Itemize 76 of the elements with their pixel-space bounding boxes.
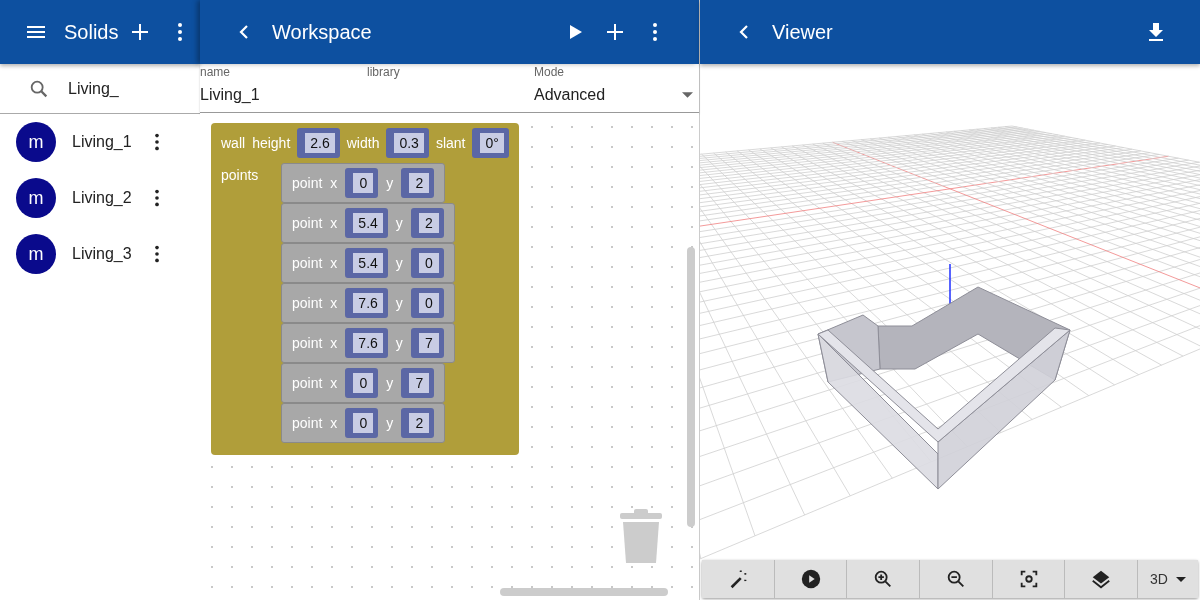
number-input[interactable]: 0 xyxy=(410,288,444,318)
caret-icon xyxy=(1176,576,1186,582)
list-item[interactable]: Living_2 xyxy=(72,189,146,207)
number-input[interactable]: 2 xyxy=(410,208,444,238)
param-label: height xyxy=(252,135,291,151)
number-input[interactable]: 0° xyxy=(472,128,509,158)
center-focus-button[interactable] xyxy=(992,560,1066,598)
block-label: point xyxy=(292,375,323,391)
wall-block[interactable]: wall height 2.6 width 0.3 slant 0° points point x 0 y 2 point x 5.4 y 2 point x 5.4 y 0 point x 7.6 y 0 point x 7.6 y 7 point x 0 y 7 point x 0 y 2 xyxy=(211,123,519,455)
list-item[interactable]: Living_3 xyxy=(72,245,146,263)
number-input[interactable]: 7 xyxy=(410,328,444,358)
param-label: slant xyxy=(435,135,466,151)
viewer-title: Viewer xyxy=(772,20,834,44)
point-block[interactable]: point x 5.4 y 0 xyxy=(281,243,455,283)
field-label: library xyxy=(367,65,400,79)
number-input[interactable]: 7.6 xyxy=(345,288,388,318)
param-label: x xyxy=(330,375,338,391)
param-label: y xyxy=(395,335,403,351)
layers-icon xyxy=(1090,568,1113,590)
param-label: y xyxy=(386,175,394,191)
point-block[interactable]: point x 5.4 y 2 xyxy=(281,203,455,243)
number-input[interactable]: 5.4 xyxy=(345,248,388,278)
param-label: y xyxy=(395,255,403,271)
avatar: m xyxy=(16,178,56,218)
block-label: wall xyxy=(221,135,246,151)
param-label: x xyxy=(330,415,338,431)
play-icon xyxy=(799,568,822,590)
mode-select[interactable]: Advanced xyxy=(534,85,699,105)
avatar: m xyxy=(16,122,56,162)
field-label: Mode xyxy=(534,65,565,79)
avatar: m xyxy=(16,234,56,274)
param-label: x xyxy=(330,335,338,351)
param-label: y xyxy=(395,215,403,231)
number-input[interactable]: 2 xyxy=(401,168,435,198)
number-input[interactable]: 0.3 xyxy=(386,128,429,158)
number-input[interactable]: 0 xyxy=(345,368,379,398)
param-label: width xyxy=(346,135,380,151)
sidebar-title: Solids xyxy=(64,20,119,44)
scrollbar[interactable] xyxy=(500,588,668,596)
number-input[interactable]: 0 xyxy=(345,168,379,198)
play-button[interactable] xyxy=(774,560,848,598)
number-input[interactable]: 5.4 xyxy=(345,208,388,238)
param-label: x xyxy=(330,255,338,271)
param-label: y xyxy=(395,295,403,311)
number-input[interactable]: 7.6 xyxy=(345,328,388,358)
block-label: point xyxy=(292,215,323,231)
number-input[interactable]: 2 xyxy=(401,408,435,438)
point-block[interactable]: point x 0 y 2 xyxy=(281,403,446,443)
block-label: point xyxy=(292,255,323,271)
list-item[interactable]: Living_1 xyxy=(72,133,146,151)
block-label: point xyxy=(292,295,323,311)
param-label: y xyxy=(386,375,394,391)
view-mode-dropdown[interactable]: 3D xyxy=(1138,560,1199,598)
layers-button[interactable] xyxy=(1065,560,1139,598)
block-label: points xyxy=(220,166,260,185)
number-input[interactable]: 7 xyxy=(401,368,435,398)
point-block[interactable]: point x 0 y 2 xyxy=(281,163,446,203)
block-label: point xyxy=(292,415,323,431)
scrollbar[interactable] xyxy=(687,247,695,527)
param-label: x xyxy=(330,295,338,311)
zoom-out-button[interactable] xyxy=(920,560,993,598)
block-label: point xyxy=(292,335,323,351)
block-label: point xyxy=(292,175,323,191)
number-input[interactable]: 0 xyxy=(410,248,444,278)
param-label: x xyxy=(330,215,338,231)
zoom-in-button[interactable] xyxy=(847,560,920,598)
number-input[interactable]: 2.6 xyxy=(297,128,340,158)
workspace-title: Workspace xyxy=(272,20,373,44)
caret-icon xyxy=(682,92,693,98)
number-input[interactable]: 0 xyxy=(345,408,379,438)
point-block[interactable]: point x 7.6 y 0 xyxy=(281,283,455,323)
point-block[interactable]: point x 7.6 y 7 xyxy=(281,323,455,363)
field-label: name xyxy=(200,65,231,79)
param-label: y xyxy=(386,415,394,431)
point-block[interactable]: point x 0 y 7 xyxy=(281,363,446,403)
param-label: x xyxy=(330,175,338,191)
